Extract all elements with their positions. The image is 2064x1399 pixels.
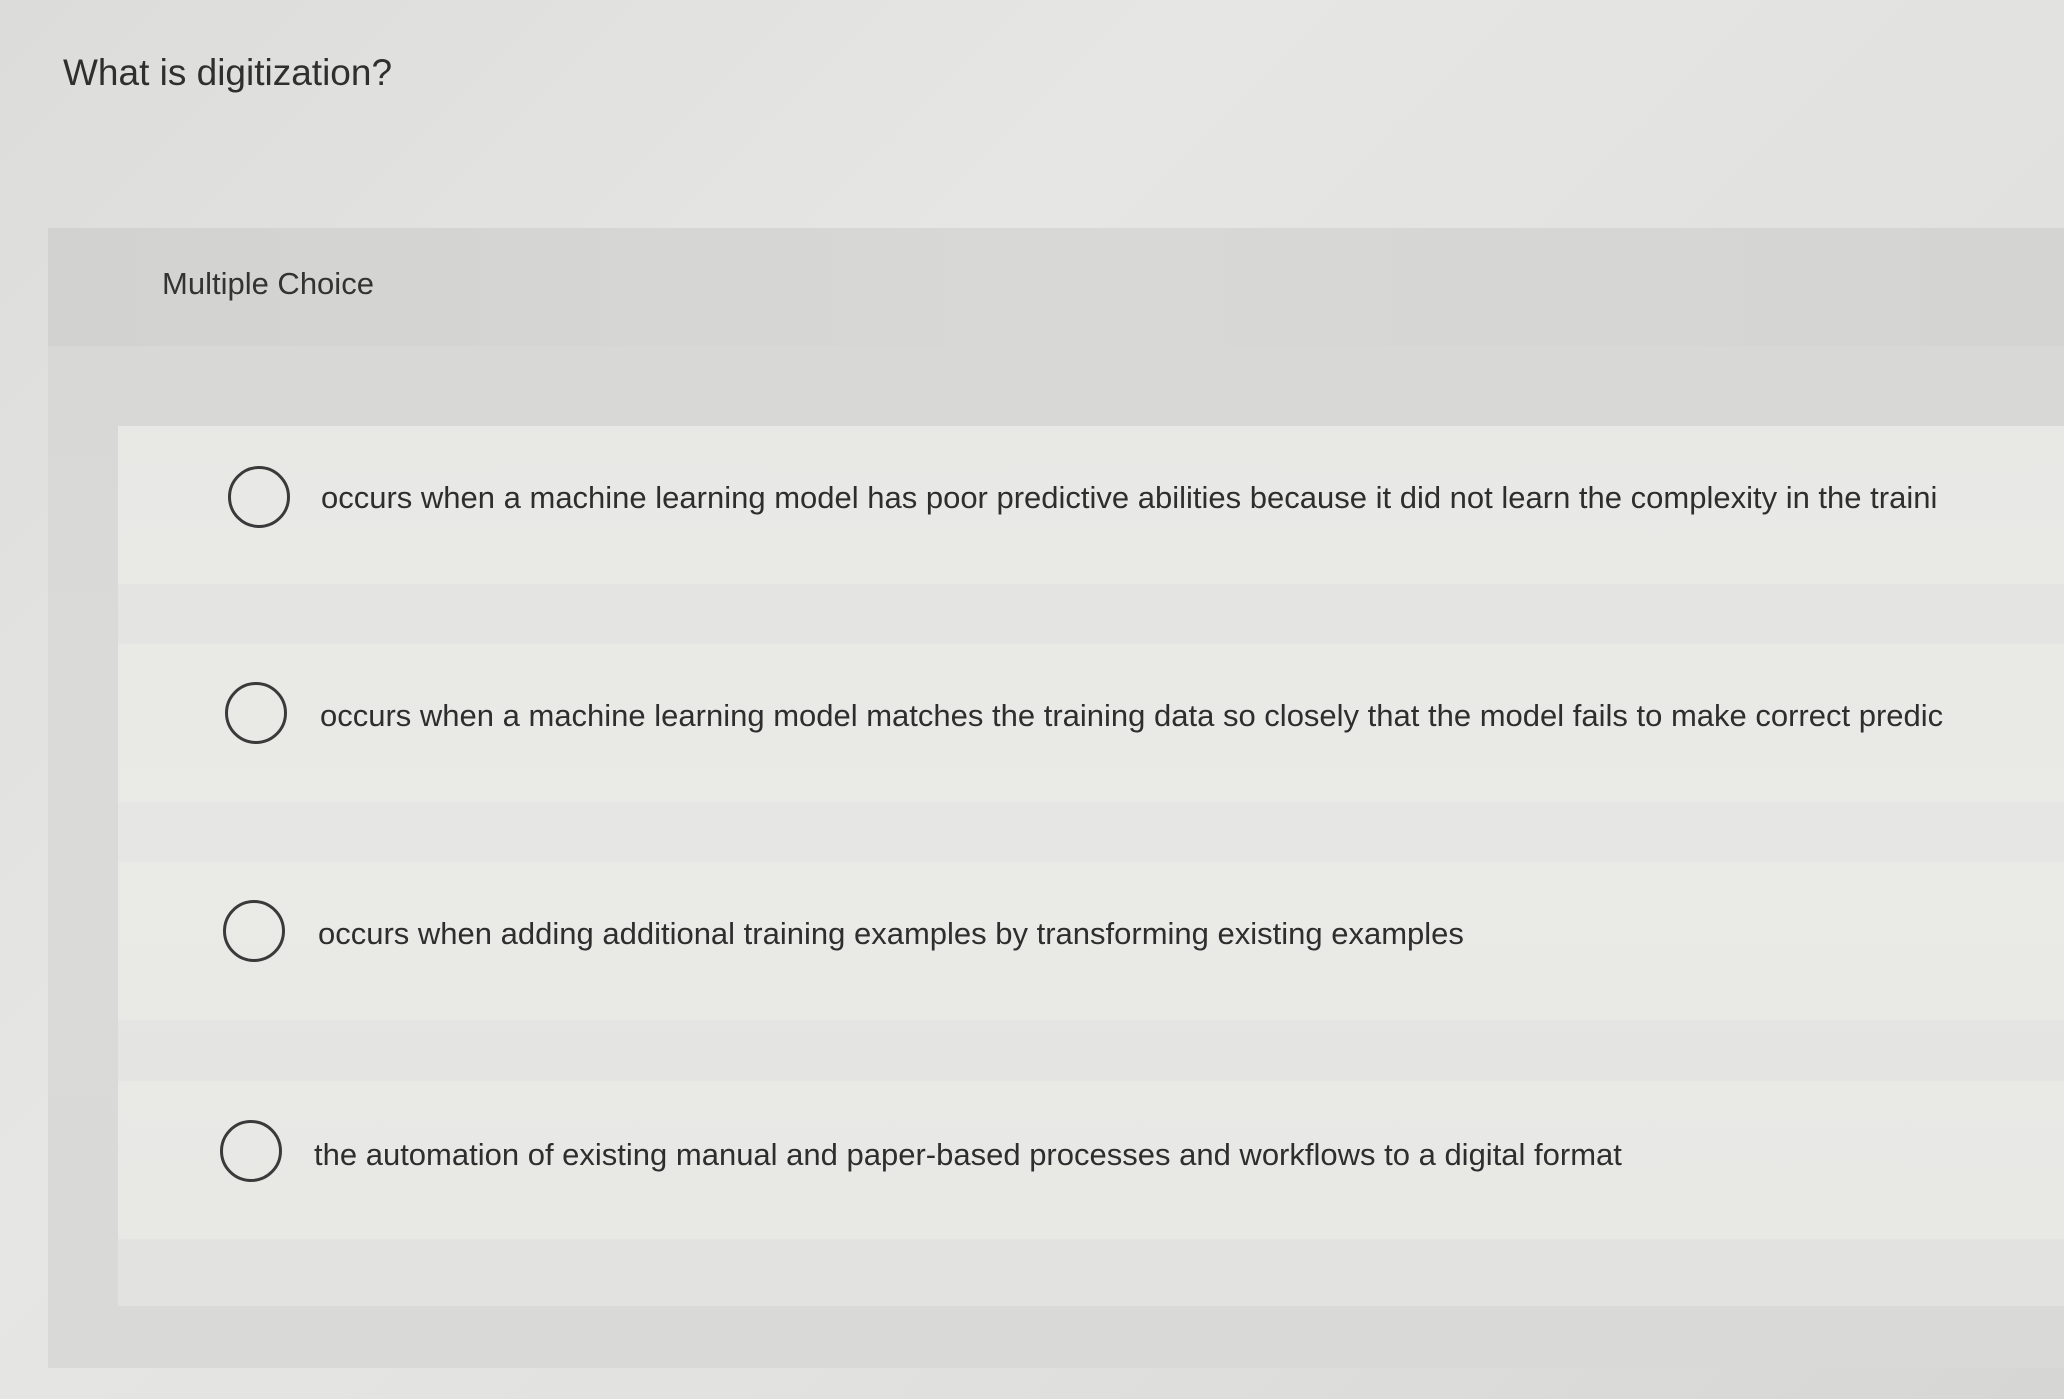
- radio-button-4[interactable]: [220, 1120, 282, 1182]
- card-header: Multiple Choice: [48, 228, 2064, 346]
- radio-button-2[interactable]: [225, 682, 287, 744]
- radio-button-3[interactable]: [223, 900, 285, 962]
- choice-text-3[interactable]: occurs when adding additional training e…: [318, 916, 1918, 952]
- radio-button-1[interactable]: [228, 466, 290, 528]
- question-type-label: Multiple Choice: [162, 266, 374, 301]
- choice-text-1[interactable]: occurs when a machine learning model has…: [321, 480, 2064, 516]
- choice-text-2[interactable]: occurs when a machine learning model mat…: [320, 698, 2064, 734]
- choice-text-4[interactable]: the automation of existing manual and pa…: [314, 1137, 1914, 1173]
- choices-panel: occurs when a machine learning model has…: [118, 426, 2064, 1306]
- question-card: Multiple Choice occurs when a machine le…: [48, 228, 2064, 1368]
- choice-option-1[interactable]: occurs when a machine learning model has…: [118, 426, 2064, 584]
- question-title: What is digitization?: [63, 52, 393, 93]
- choice-option-4[interactable]: the automation of existing manual and pa…: [118, 1081, 2064, 1239]
- choice-option-2[interactable]: occurs when a machine learning model mat…: [118, 644, 2064, 802]
- choice-option-3[interactable]: occurs when adding additional training e…: [118, 862, 2064, 1020]
